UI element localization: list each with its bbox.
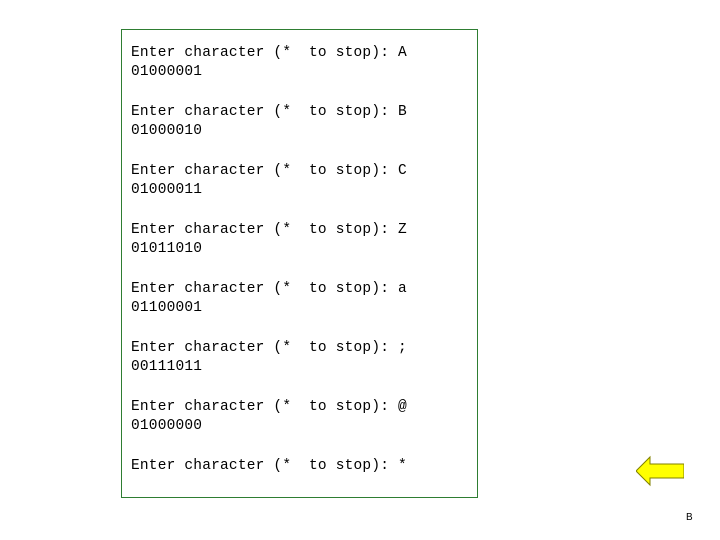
console-entry: Enter character (* to stop): B 01000010 bbox=[131, 103, 473, 141]
console-output-line: 01000001 bbox=[131, 64, 203, 80]
console-entry: Enter character (* to stop): ; 00111011 bbox=[131, 339, 473, 377]
console-prompt-line: Enter character (* to stop): * bbox=[131, 458, 407, 474]
console-output-line: 01000010 bbox=[131, 123, 203, 139]
left-arrow-icon bbox=[636, 455, 684, 487]
console-output-line: 01011010 bbox=[131, 241, 203, 257]
console-entry: Enter character (* to stop): A 01000001 bbox=[131, 44, 473, 82]
console-output-line: 00111011 bbox=[131, 359, 203, 375]
console-prompt-line: Enter character (* to stop): ; bbox=[131, 340, 407, 356]
console-entry: Enter character (* to stop): * bbox=[131, 457, 473, 476]
console-prompt-line: Enter character (* to stop): a bbox=[131, 281, 407, 297]
console-output-box: Enter character (* to stop): A 01000001 … bbox=[121, 29, 478, 498]
console-entry: Enter character (* to stop): @ 01000000 bbox=[131, 398, 473, 436]
slide-canvas: Enter character (* to stop): A 01000001 … bbox=[0, 0, 720, 540]
console-lines: Enter character (* to stop): A 01000001 … bbox=[131, 44, 473, 476]
console-entry: Enter character (* to stop): C 01000011 bbox=[131, 162, 473, 200]
console-prompt-line: Enter character (* to stop): A bbox=[131, 45, 407, 61]
console-prompt-line: Enter character (* to stop): Z bbox=[131, 222, 407, 238]
console-prompt-line: Enter character (* to stop): @ bbox=[131, 399, 407, 415]
page-marker: B bbox=[686, 512, 693, 523]
console-output-line: 01000011 bbox=[131, 182, 203, 198]
console-entry: Enter character (* to stop): a 01100001 bbox=[131, 280, 473, 318]
console-prompt-line: Enter character (* to stop): B bbox=[131, 104, 407, 120]
console-prompt-line: Enter character (* to stop): C bbox=[131, 163, 407, 179]
console-output-line: 01100001 bbox=[131, 300, 203, 316]
console-output-line: 01000000 bbox=[131, 418, 203, 434]
console-entry: Enter character (* to stop): Z 01011010 bbox=[131, 221, 473, 259]
